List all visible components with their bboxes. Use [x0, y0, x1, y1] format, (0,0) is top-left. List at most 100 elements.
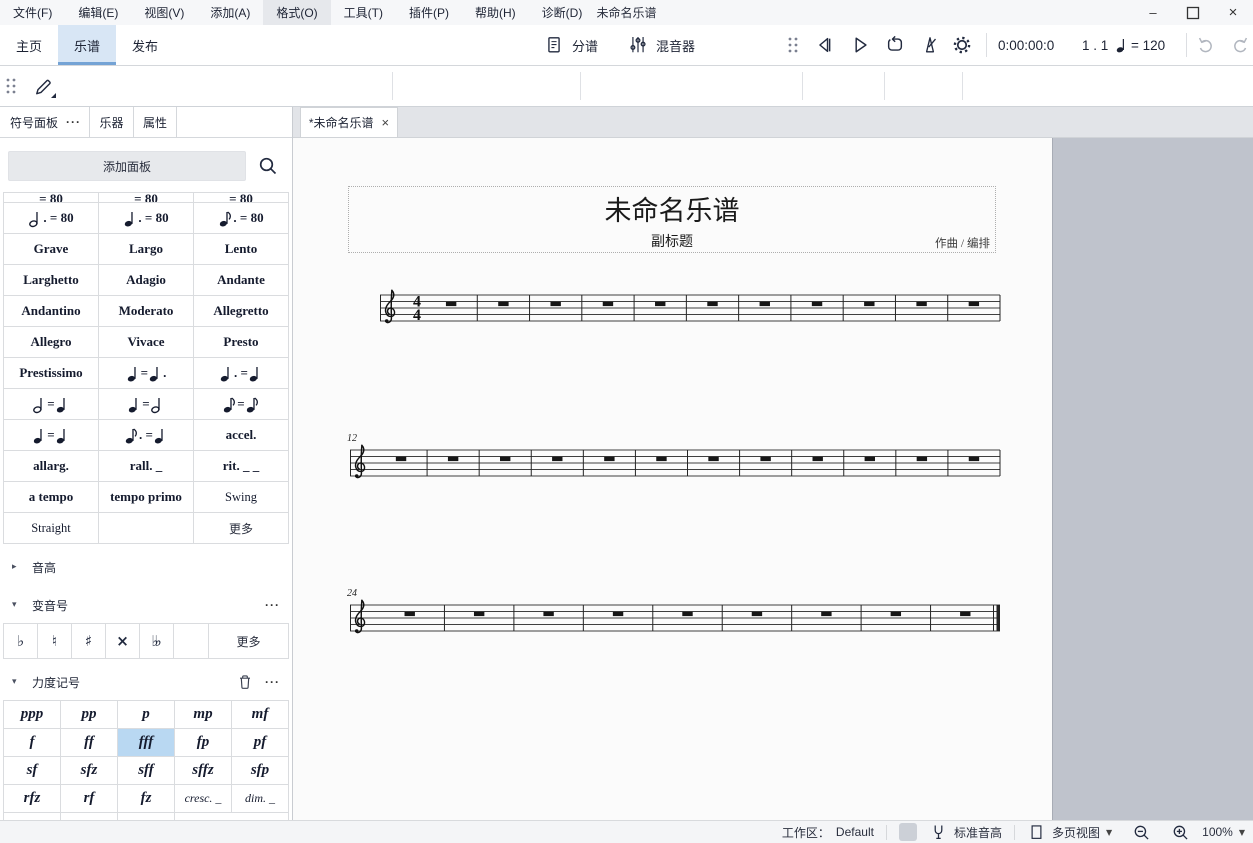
dynamics-cell[interactable]: ppp [4, 701, 60, 728]
palette-cell[interactable]: . = [194, 358, 288, 388]
dynamics-cell[interactable]: mf [232, 701, 288, 728]
section-pitch[interactable]: ▸ 音高 [0, 552, 292, 582]
view-mode-selector[interactable]: 多页视图 ▼ [1027, 823, 1112, 842]
section-accidentals[interactable]: ▾ 变音号 ··· [0, 590, 292, 620]
section-menu-button[interactable]: ··· [265, 598, 280, 612]
palette-cell[interactable]: Prestissimo [4, 358, 98, 388]
score-title[interactable]: 未命名乐谱 [349, 189, 995, 228]
trash-icon[interactable] [235, 672, 255, 692]
tempo-display[interactable]: = 120 [1116, 25, 1165, 65]
metronome-button[interactable] [919, 25, 941, 65]
section-menu-button[interactable]: ··· [265, 675, 280, 689]
palette-cell[interactable]: Larghetto [4, 265, 98, 295]
dynamics-cell[interactable]: sfz [61, 757, 117, 784]
palette-cell[interactable]: accel. [194, 420, 288, 450]
dynamics-cell[interactable] [118, 813, 174, 820]
workspace-value-button[interactable]: Default [836, 825, 874, 839]
menu-diagnostics[interactable]: 诊断(D) [529, 0, 596, 25]
palette-cell[interactable]: . = 80 [99, 203, 193, 233]
dynamics-cell[interactable]: 更多 [175, 813, 288, 820]
score-subtitle[interactable]: 副标题 [349, 231, 995, 251]
section-dynamics[interactable]: ▾ 力度记号 ··· [0, 667, 292, 697]
palette-cell[interactable]: Straight [4, 513, 98, 543]
concert-pitch-toggle[interactable]: 标准音高 [929, 823, 1002, 842]
playback-drag-handle[interactable] [786, 25, 800, 65]
palette-cell[interactable]: . = [99, 420, 193, 450]
toolbar-drag-handle[interactable] [4, 75, 18, 97]
tab-score[interactable]: 乐谱 [58, 25, 116, 65]
palette-cell[interactable]: Moderato [99, 296, 193, 326]
menu-add[interactable]: 添加(A) [197, 0, 263, 25]
palette-cell[interactable]: Adagio [99, 265, 193, 295]
dynamics-cell[interactable]: sffz [175, 757, 231, 784]
undo-button[interactable] [1196, 25, 1218, 65]
close-button[interactable]: × [1213, 0, 1253, 25]
palette-cell[interactable]: Presto [194, 327, 288, 357]
palette-cell[interactable]: ♯ [72, 624, 105, 658]
tab-publish[interactable]: 发布 [116, 25, 174, 65]
menu-view[interactable]: 视图(V) [131, 0, 197, 25]
note-input-button[interactable] [26, 69, 60, 103]
crescendo-hairpin-cell[interactable] [4, 813, 60, 820]
decrescendo-hairpin-cell[interactable] [61, 813, 117, 820]
loop-playback-button[interactable] [884, 25, 906, 65]
zoom-in-button[interactable] [1171, 823, 1190, 842]
dynamics-cell[interactable]: pp [61, 701, 117, 728]
palette-cell[interactable]: allarg. [4, 451, 98, 481]
mixer-button[interactable]: 混音器 [627, 25, 695, 65]
dynamics-cell[interactable]: rf [61, 785, 117, 812]
palette-cell[interactable]: = 80 [194, 193, 288, 202]
palette-cell[interactable]: Andante [194, 265, 288, 295]
palette-cell[interactable] [99, 513, 193, 543]
redo-button[interactable] [1228, 25, 1250, 65]
score-canvas[interactable]: 未命名乐谱 副标题 作曲 / 编排 441224 [293, 138, 1253, 820]
palette-cell[interactable]: = 80 [4, 193, 98, 202]
palette-cell[interactable]: Grave [4, 234, 98, 264]
play-button[interactable] [849, 25, 871, 65]
parts-button[interactable]: 分谱 [543, 25, 598, 65]
search-palettes-button[interactable] [252, 151, 284, 181]
zoom-out-button[interactable] [1132, 823, 1151, 842]
palette-cell[interactable]: ♭♭ [140, 624, 173, 658]
close-tab-icon[interactable]: × [382, 115, 390, 130]
dynamics-cell[interactable]: cresc. _ [175, 785, 231, 812]
palette-cell[interactable]: a tempo [4, 482, 98, 512]
menu-tools[interactable]: 工具(T) [331, 0, 396, 25]
menu-file[interactable]: 文件(F) [0, 0, 65, 25]
palette-cell[interactable]: Allegretto [194, 296, 288, 326]
palette-cell[interactable]: Swing [194, 482, 288, 512]
palette-cell[interactable]: ♮ [38, 624, 71, 658]
dynamics-cell[interactable]: sfp [232, 757, 288, 784]
dynamics-cell[interactable]: fp [175, 729, 231, 756]
title-frame[interactable]: 未命名乐谱 副标题 作曲 / 编排 [348, 186, 996, 253]
color-swatch-button[interactable] [899, 823, 917, 841]
dynamics-cell[interactable]: fff [118, 729, 174, 756]
palette-cell[interactable]: . = 80 [4, 203, 98, 233]
dynamics-cell[interactable]: sf [4, 757, 60, 784]
add-palettes-button[interactable]: 添加面板 [8, 151, 246, 181]
dynamics-cell[interactable]: sff [118, 757, 174, 784]
menu-edit[interactable]: 编辑(E) [65, 0, 131, 25]
palette-cell[interactable]: . = 80 [194, 203, 288, 233]
dynamics-cell[interactable]: f [4, 729, 60, 756]
palette-cell[interactable]: = [4, 420, 98, 450]
dynamics-cell[interactable]: mp [175, 701, 231, 728]
palette-cell[interactable]: = 80 [99, 193, 193, 202]
dynamics-cell[interactable]: fz [118, 785, 174, 812]
palette-cell[interactable] [174, 624, 208, 658]
dynamics-cell[interactable]: pf [232, 729, 288, 756]
rewind-button[interactable] [814, 25, 836, 65]
palette-cell[interactable]: = [99, 389, 193, 419]
palette-cell[interactable]: Andantino [4, 296, 98, 326]
score-composer[interactable]: 作曲 / 编排 [935, 235, 990, 251]
tab-palettes[interactable]: 符号面板 ··· [0, 107, 89, 137]
playback-settings-button[interactable] [951, 25, 973, 65]
tab-home[interactable]: 主页 [0, 25, 58, 65]
palette-cell[interactable]: Vivace [99, 327, 193, 357]
score-tab[interactable]: *未命名乐谱 × [300, 107, 398, 137]
palette-cell[interactable]: = . [99, 358, 193, 388]
palette-cell[interactable]: = [4, 389, 98, 419]
palette-cell[interactable]: tempo primo [99, 482, 193, 512]
menu-plugins[interactable]: 插件(P) [396, 0, 462, 25]
maximize-button[interactable] [1173, 0, 1213, 25]
